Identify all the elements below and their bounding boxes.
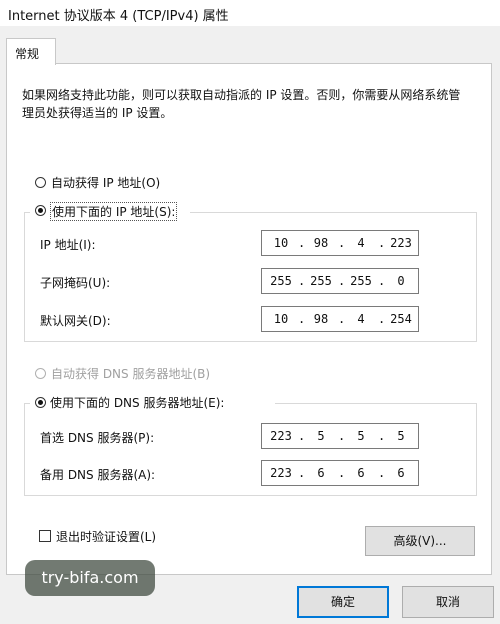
alternate-dns-label: 备用 DNS 服务器(A):: [40, 468, 156, 482]
dns-auto-label[interactable]: 自动获得 DNS 服务器地址(B): [51, 365, 210, 382]
ok-button[interactable]: 确定: [297, 586, 389, 618]
octet: 254: [390, 312, 412, 326]
octet: 10: [273, 312, 289, 326]
ip-auto-label[interactable]: 自动获得 IP 地址(O): [51, 174, 160, 191]
octet: 255: [270, 274, 292, 288]
dns-auto-radio[interactable]: [35, 368, 46, 379]
ip-manual-radio[interactable]: [35, 205, 46, 216]
tab-general-label: 常规: [15, 47, 40, 61]
dns-manual-radio[interactable]: [35, 397, 46, 408]
tab-general[interactable]: 常规: [6, 38, 56, 65]
octet: 98: [313, 236, 329, 250]
subnet-mask-input[interactable]: 255. 255. 255. 0: [261, 268, 419, 294]
ip-address-label: IP 地址(I):: [40, 238, 96, 252]
ip-manual-label[interactable]: 使用下面的 IP 地址(S):: [50, 202, 178, 221]
preferred-dns-label: 首选 DNS 服务器(P):: [40, 431, 155, 445]
octet: 223: [390, 236, 412, 250]
octet: 5: [357, 429, 365, 443]
octet: 6: [357, 466, 365, 480]
octet: 255: [350, 274, 372, 288]
ip-address-input[interactable]: 10. 98. 4. 223: [261, 230, 419, 256]
octet: 98: [313, 312, 329, 326]
cancel-button[interactable]: 取消: [402, 586, 494, 618]
ip-manual-row[interactable]: 使用下面的 IP 地址(S):: [30, 202, 190, 221]
description-text: 如果网络支持此功能，则可以获取自动指派的 IP 设置。否则，你需要从网络系统管理…: [22, 88, 461, 120]
alternate-dns-input[interactable]: 223. 6. 6. 6: [261, 460, 419, 486]
octet: 4: [357, 236, 365, 250]
octet: 255: [310, 274, 332, 288]
subnet-mask-label: 子网掩码(U):: [40, 276, 111, 290]
octet: 5: [397, 429, 405, 443]
default-gateway-label: 默认网关(D):: [40, 314, 111, 328]
watermark: try-bifa.com: [25, 560, 155, 596]
octet: 223: [270, 429, 292, 443]
validate-on-exit-label[interactable]: 退出时验证设置(L): [56, 528, 156, 545]
octet: 0: [397, 274, 405, 288]
octet: 6: [317, 466, 325, 480]
dns-manual-label[interactable]: 使用下面的 DNS 服务器地址(E):: [50, 394, 224, 411]
dns-manual-row[interactable]: 使用下面的 DNS 服务器地址(E):: [30, 394, 275, 412]
default-gateway-input[interactable]: 10. 98. 4. 254: [261, 306, 419, 332]
ip-auto-radio[interactable]: [35, 177, 46, 188]
octet: 4: [357, 312, 365, 326]
title-bar: Internet 协议版本 4 (TCP/IPv4) 属性: [0, 0, 500, 26]
preferred-dns-input[interactable]: 223. 5. 5. 5: [261, 423, 419, 449]
validate-on-exit-checkbox[interactable]: [39, 530, 51, 542]
octet: 5: [317, 429, 325, 443]
advanced-button[interactable]: 高级(V)...: [365, 526, 475, 556]
octet: 10: [273, 236, 289, 250]
window-title: Internet 协议版本 4 (TCP/IPv4) 属性: [8, 9, 229, 24]
octet: 223: [270, 466, 292, 480]
octet: 6: [397, 466, 405, 480]
